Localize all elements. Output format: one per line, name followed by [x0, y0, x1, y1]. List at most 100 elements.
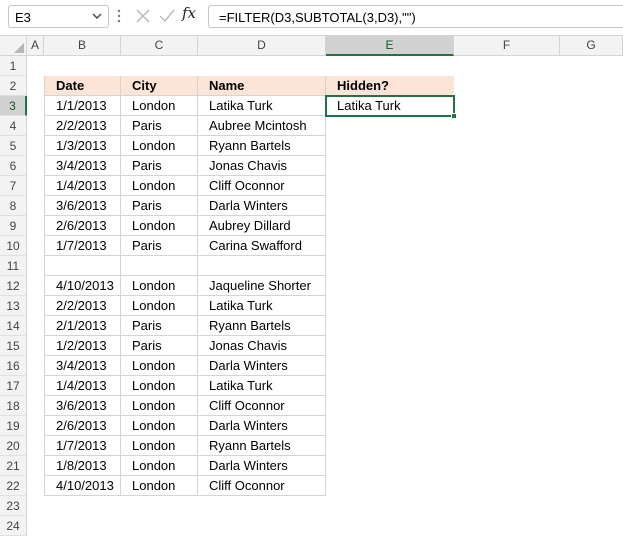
cell-city[interactable]: London — [121, 456, 198, 476]
row-header-3[interactable]: 3 — [0, 96, 27, 116]
cell-date[interactable]: 3/4/2013 — [44, 156, 121, 176]
cell-name[interactable]: Ryann Bartels — [198, 316, 326, 336]
row-header-2[interactable]: 2 — [0, 76, 27, 96]
cell-city[interactable]: Paris — [121, 116, 198, 136]
cell-date[interactable] — [44, 256, 121, 276]
row-header-4[interactable]: 4 — [0, 116, 27, 136]
cell-name[interactable]: Ryann Bartels — [198, 436, 326, 456]
row-header-1[interactable]: 1 — [0, 56, 27, 76]
row-header-15[interactable]: 15 — [0, 336, 27, 356]
row-header-16[interactable]: 16 — [0, 356, 27, 376]
cell-date[interactable]: 1/3/2013 — [44, 136, 121, 156]
header-hidden[interactable]: Hidden? — [326, 76, 454, 96]
fill-handle[interactable] — [451, 113, 457, 119]
cell-city[interactable]: London — [121, 176, 198, 196]
row-header-17[interactable]: 17 — [0, 376, 27, 396]
cell-date[interactable]: 1/8/2013 — [44, 456, 121, 476]
cell-name[interactable] — [198, 256, 326, 276]
cell-date[interactable]: 3/6/2013 — [44, 396, 121, 416]
cell-name[interactable]: Cliff Oconnor — [198, 396, 326, 416]
cell-date[interactable]: 3/4/2013 — [44, 356, 121, 376]
row-header-23[interactable]: 23 — [0, 496, 27, 516]
enter-check-icon[interactable] — [157, 6, 177, 26]
cell-name[interactable]: Jonas Chavis — [198, 156, 326, 176]
column-header-e[interactable]: E — [326, 36, 454, 56]
cell-name[interactable]: Jonas Chavis — [198, 336, 326, 356]
cell-city[interactable]: Paris — [121, 316, 198, 336]
cell-city[interactable]: London — [121, 216, 198, 236]
cell-name[interactable]: Carina Swafford — [198, 236, 326, 256]
cell-city[interactable]: London — [121, 416, 198, 436]
cell-city[interactable]: London — [121, 356, 198, 376]
column-header-a[interactable]: A — [27, 36, 44, 56]
header-city[interactable]: City — [121, 76, 198, 96]
cell-name[interactable]: Latika Turk — [198, 296, 326, 316]
cell-date[interactable]: 4/10/2013 — [44, 276, 121, 296]
cell-date[interactable]: 2/6/2013 — [44, 216, 121, 236]
row-header-18[interactable]: 18 — [0, 396, 27, 416]
cell-date[interactable]: 1/7/2013 — [44, 436, 121, 456]
formula-input[interactable]: =FILTER(D3,SUBTOTAL(3,D3),"") — [208, 5, 623, 28]
cell-city[interactable]: Paris — [121, 236, 198, 256]
column-header-g[interactable]: G — [560, 36, 623, 56]
cell-city[interactable]: London — [121, 296, 198, 316]
cell-city[interactable]: Paris — [121, 156, 198, 176]
cell-date[interactable]: 3/6/2013 — [44, 196, 121, 216]
cell-city[interactable]: London — [121, 276, 198, 296]
cell-date[interactable]: 2/2/2013 — [44, 116, 121, 136]
cell-date[interactable]: 1/7/2013 — [44, 236, 121, 256]
column-header-c[interactable]: C — [121, 36, 198, 56]
cell-name[interactable]: Darla Winters — [198, 456, 326, 476]
cell-city[interactable]: London — [121, 136, 198, 156]
cell-city[interactable]: London — [121, 376, 198, 396]
cell-date[interactable]: 2/1/2013 — [44, 316, 121, 336]
cell-name[interactable]: Darla Winters — [198, 416, 326, 436]
cell-date[interactable]: 2/2/2013 — [44, 296, 121, 316]
cell-name[interactable]: Aubree Mcintosh — [198, 116, 326, 136]
select-all-button[interactable] — [0, 36, 27, 56]
row-header-19[interactable]: 19 — [0, 416, 27, 436]
row-header-22[interactable]: 22 — [0, 476, 27, 496]
cell-name[interactable]: Latika Turk — [198, 96, 326, 116]
row-header-8[interactable]: 8 — [0, 196, 27, 216]
row-header-13[interactable]: 13 — [0, 296, 27, 316]
row-header-9[interactable]: 9 — [0, 216, 27, 236]
worksheet-grid[interactable]: A B C D E F G 1 2 3 4 5 6 7 8 9 10 11 12 13 14 15 16 17 18 19 20 21… — [0, 36, 623, 546]
chevron-down-icon[interactable] — [91, 9, 103, 23]
cell-date[interactable]: 4/10/2013 — [44, 476, 121, 496]
cell-name[interactable]: Cliff Oconnor — [198, 476, 326, 496]
row-header-10[interactable]: 10 — [0, 236, 27, 256]
name-box[interactable]: E3 — [8, 5, 109, 28]
column-header-b[interactable]: B — [44, 36, 121, 56]
row-header-14[interactable]: 14 — [0, 316, 27, 336]
header-date[interactable]: Date — [44, 76, 121, 96]
row-header-24[interactable]: 24 — [0, 516, 27, 536]
cell-name[interactable]: Ryann Bartels — [198, 136, 326, 156]
cell-city[interactable]: Paris — [121, 336, 198, 356]
row-header-11[interactable]: 11 — [0, 256, 27, 276]
cell-city[interactable]: London — [121, 436, 198, 456]
cell-name[interactable]: Darla Winters — [198, 196, 326, 216]
cancel-icon[interactable] — [133, 6, 153, 26]
cell-name[interactable]: Aubrey Dillard — [198, 216, 326, 236]
header-name[interactable]: Name — [198, 76, 326, 96]
cell-date[interactable]: 1/4/2013 — [44, 176, 121, 196]
more-options-icon[interactable] — [117, 8, 121, 24]
row-header-7[interactable]: 7 — [0, 176, 27, 196]
column-header-f[interactable]: F — [454, 36, 560, 56]
cell-name[interactable]: Darla Winters — [198, 356, 326, 376]
row-header-12[interactable]: 12 — [0, 276, 27, 296]
row-header-6[interactable]: 6 — [0, 156, 27, 176]
cell-date[interactable]: 2/6/2013 — [44, 416, 121, 436]
cell-date[interactable]: 1/4/2013 — [44, 376, 121, 396]
cell-name[interactable]: Latika Turk — [198, 376, 326, 396]
cell-date[interactable]: 1/1/2013 — [44, 96, 121, 116]
cell-name[interactable]: Jaqueline Shorter — [198, 276, 326, 296]
cell-city[interactable]: London — [121, 396, 198, 416]
cell-city[interactable]: Paris — [121, 196, 198, 216]
cell-city[interactable] — [121, 256, 198, 276]
cell-city[interactable]: London — [121, 96, 198, 116]
column-header-d[interactable]: D — [198, 36, 326, 56]
row-header-20[interactable]: 20 — [0, 436, 27, 456]
cell-city[interactable]: London — [121, 476, 198, 496]
